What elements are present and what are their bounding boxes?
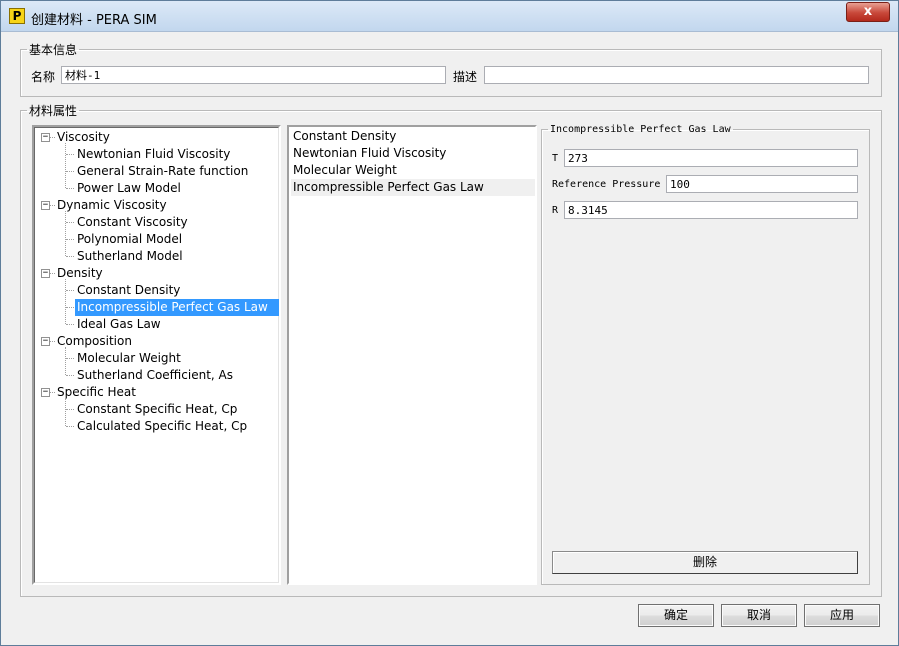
tree-connector: [66, 409, 74, 410]
param-r-input[interactable]: [564, 201, 858, 219]
app-logo-icon: P: [9, 8, 25, 24]
material-props-legend: 材料属性: [29, 104, 78, 118]
window-title: 创建材料 - PERA SIM: [31, 13, 157, 28]
tree-category[interactable]: Composition: [55, 333, 134, 350]
tree-expand-toggle-icon[interactable]: −: [41, 201, 50, 210]
param-reference-pressure-label: Reference Pressure: [552, 179, 661, 190]
ok-button[interactable]: 确定: [638, 604, 714, 627]
tree-expand-toggle-icon[interactable]: −: [41, 133, 50, 142]
cancel-button[interactable]: 取消: [721, 604, 797, 627]
tree-item[interactable]: Constant Density: [75, 282, 182, 299]
tree-connector: [66, 290, 74, 291]
tree-connector: [66, 307, 74, 308]
tree-connector: [65, 347, 66, 375]
tree-category[interactable]: Specific Heat: [55, 384, 138, 401]
apply-button[interactable]: 应用: [804, 604, 880, 627]
name-input[interactable]: [61, 66, 446, 84]
tree-connector: [66, 188, 74, 189]
tree-connector: [66, 171, 74, 172]
param-t-input[interactable]: [564, 149, 858, 167]
tree-connector: [65, 398, 66, 426]
tree-connector: [66, 358, 74, 359]
tree-category[interactable]: Dynamic Viscosity: [55, 197, 169, 214]
tree-connector: [65, 211, 66, 256]
tree-item[interactable]: Sutherland Model: [75, 248, 185, 265]
parameter-group-legend: Incompressible Perfect Gas Law: [550, 124, 731, 135]
tree-connector: [65, 279, 66, 324]
list-item[interactable]: Constant Density: [291, 128, 535, 145]
selected-properties-list[interactable]: Constant Density Newtonian Fluid Viscosit…: [287, 125, 537, 585]
param-t-label: T: [552, 153, 559, 164]
tree-item[interactable]: Polynomial Model: [75, 231, 184, 248]
tree-connector: [66, 222, 74, 223]
name-label: 名称: [31, 70, 56, 84]
close-icon: x: [863, 4, 873, 19]
property-tree[interactable]: − Viscosity Newtonian Fluid Viscosity Gener…: [32, 125, 281, 585]
title-bar[interactable]: P 创建材料 - PERA SIM x: [1, 1, 898, 32]
tree-category[interactable]: Density: [55, 265, 105, 282]
param-reference-pressure-input[interactable]: [666, 175, 858, 193]
tree-connector: [66, 256, 74, 257]
delete-button[interactable]: 删除: [552, 551, 858, 574]
tree-item[interactable]: Calculated Specific Heat, Cp: [75, 418, 249, 435]
description-label: 描述: [453, 70, 478, 84]
property-tree-inner: − Viscosity Newtonian Fluid Viscosity Gener…: [34, 127, 279, 583]
tree-item[interactable]: Constant Viscosity: [75, 214, 190, 231]
tree-item[interactable]: Newtonian Fluid Viscosity: [75, 146, 232, 163]
list-item[interactable]: Incompressible Perfect Gas Law: [291, 179, 535, 196]
tree-expand-toggle-icon[interactable]: −: [41, 269, 50, 278]
tree-item[interactable]: Constant Specific Heat, Cp: [75, 401, 239, 418]
list-item[interactable]: Newtonian Fluid Viscosity: [291, 145, 535, 162]
tree-expand-toggle-icon[interactable]: −: [41, 388, 50, 397]
tree-item[interactable]: Molecular Weight: [75, 350, 183, 367]
tree-expand-toggle-icon[interactable]: −: [41, 337, 50, 346]
tree-item[interactable]: General Strain-Rate function: [75, 163, 250, 180]
tree-category[interactable]: Viscosity: [55, 129, 112, 146]
list-item[interactable]: Molecular Weight: [291, 162, 535, 179]
tree-connector: [66, 154, 74, 155]
description-input[interactable]: [484, 66, 869, 84]
tree-item[interactable]: Sutherland Coefficient, As: [75, 367, 235, 384]
tree-item[interactable]: Ideal Gas Law: [75, 316, 163, 333]
tree-connector: [66, 375, 74, 376]
tree-item[interactable]: Power Law Model: [75, 180, 183, 197]
tree-connector: [66, 426, 74, 427]
tree-connector: [66, 324, 74, 325]
tree-connector: [66, 239, 74, 240]
param-r-label: R: [552, 205, 559, 216]
close-button[interactable]: x: [846, 2, 890, 22]
parameter-group: Incompressible Perfect Gas Law: [541, 124, 870, 585]
basic-info-legend: 基本信息: [29, 43, 78, 57]
tree-connector: [65, 143, 66, 188]
dialog-window: P 创建材料 - PERA SIM x 基本信息 名称 描述 材料属性 −Vis…: [0, 0, 899, 646]
tree-item[interactable]: Incompressible Perfect Gas Law: [75, 299, 279, 316]
